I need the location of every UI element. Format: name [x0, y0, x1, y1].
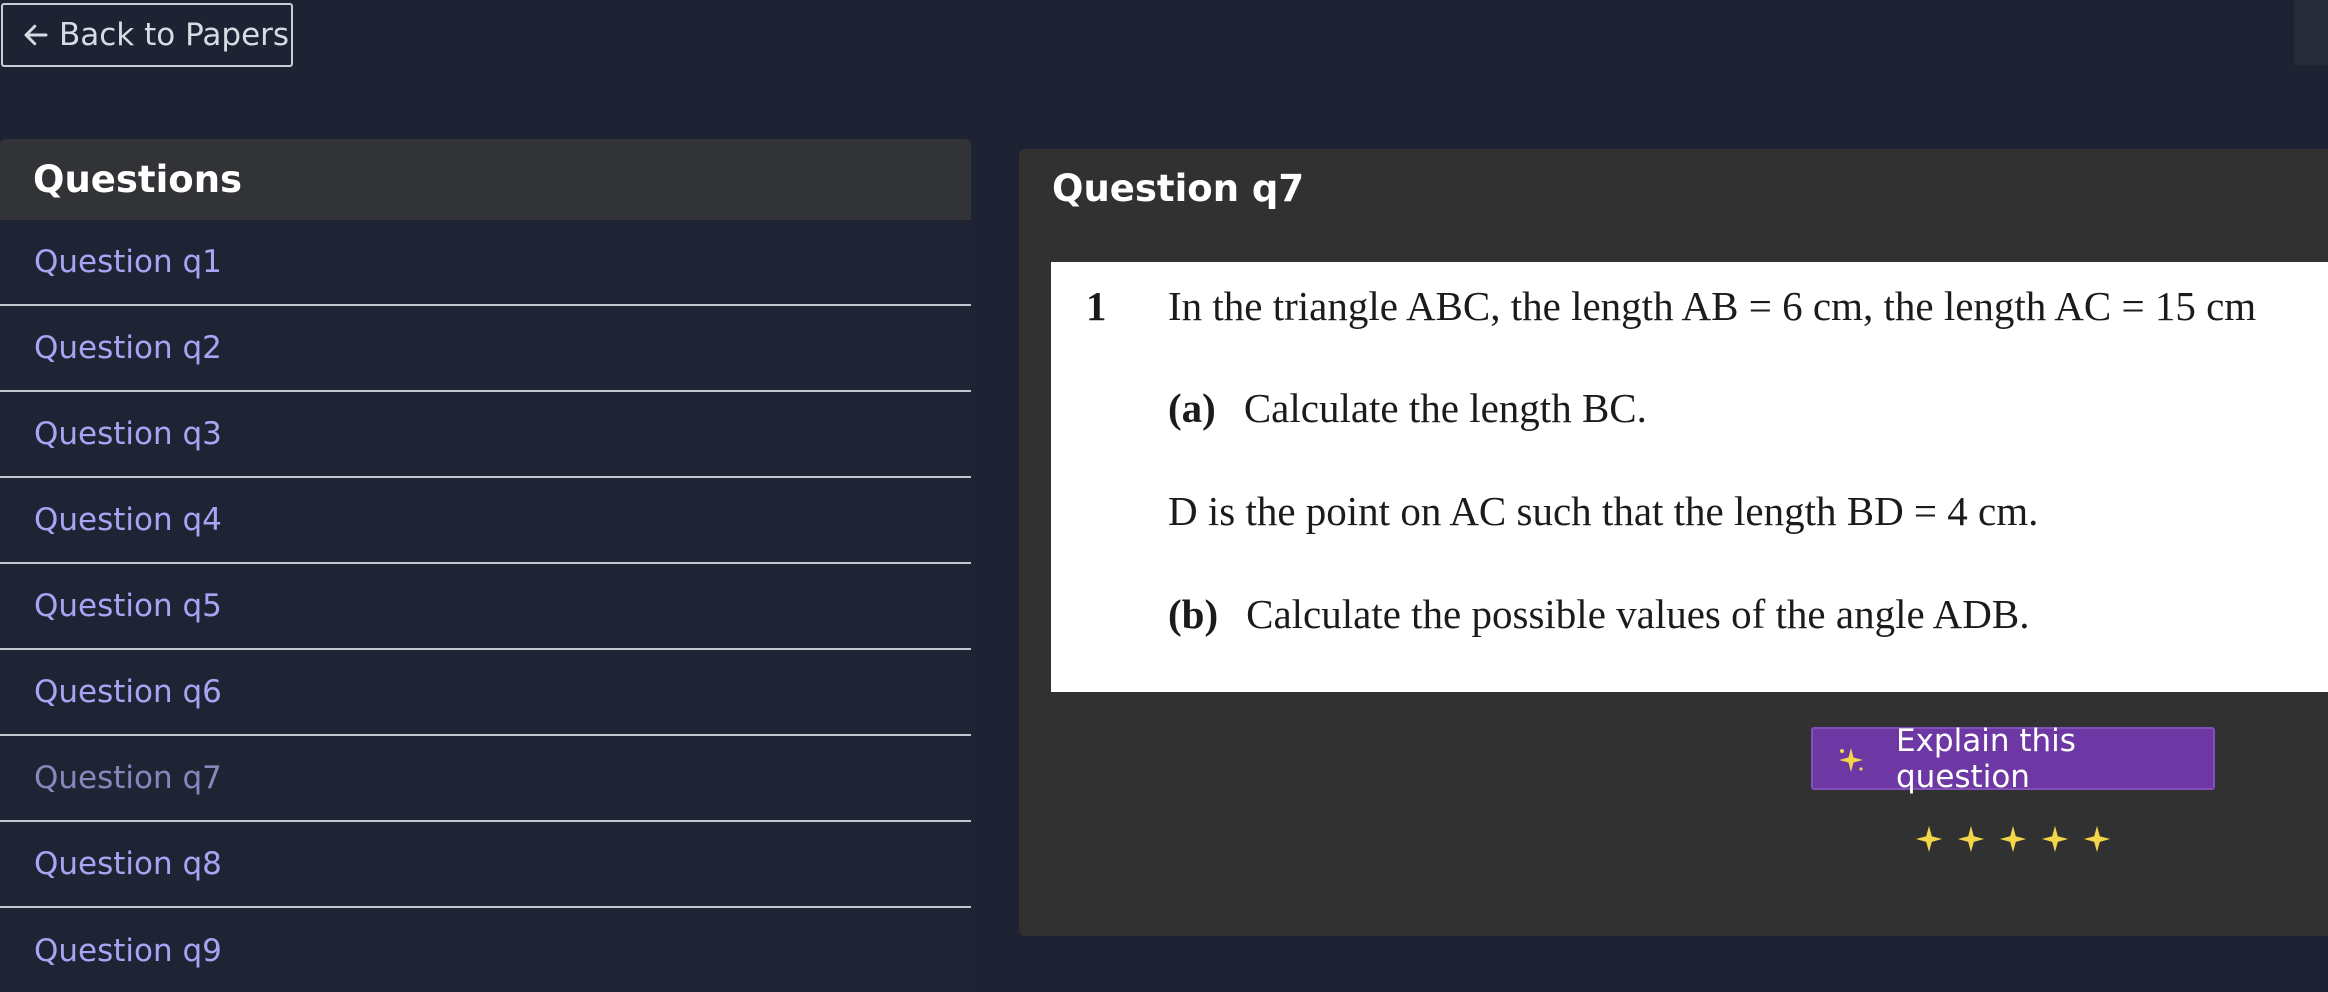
sidebar-item-q8[interactable]: Question q8: [0, 822, 971, 908]
star-icon[interactable]: [1914, 824, 1944, 854]
explain-question-label: Explain this question: [1896, 722, 2076, 795]
corner-panel: [2294, 0, 2328, 65]
sidebar-item-q1[interactable]: Question q1: [0, 220, 971, 306]
star-icon[interactable]: [1998, 824, 2028, 854]
rating-stars: [1914, 824, 2112, 854]
explain-question-button[interactable]: Explain this question: [1811, 723, 2215, 795]
star-icon[interactable]: [1956, 824, 1986, 854]
part-b-text: Calculate the possible values of the ang…: [1246, 591, 2030, 637]
back-to-papers-button[interactable]: Back to Papers: [1, 3, 293, 67]
sidebar-item-q2[interactable]: Question q2: [0, 306, 971, 392]
sidebar-item-q5[interactable]: Question q5: [0, 564, 971, 650]
question-stem: In the triangle ABC, the length AB = 6 c…: [1168, 283, 2257, 329]
sidebar-title: Questions: [0, 139, 971, 220]
part-b: (b) Calculate the possible values of the …: [1168, 590, 2029, 638]
sidebar-item-q4[interactable]: Question q4: [0, 478, 971, 564]
star-icon[interactable]: [2082, 824, 2112, 854]
star-icon[interactable]: [2040, 824, 2070, 854]
part-a-text: Calculate the length BC.: [1243, 385, 1647, 431]
question-number: 1: [1086, 283, 1107, 329]
part-a: (a) Calculate the length BC.: [1168, 384, 1647, 432]
sidebar-item-q3[interactable]: Question q3: [0, 392, 971, 478]
part-b-label: (b): [1168, 591, 1219, 637]
middle-text: D is the point on AC such that the lengt…: [1168, 488, 2039, 534]
arrow-left-icon: [24, 24, 48, 46]
sparkle-icon: [1839, 748, 1863, 772]
sidebar-item-q6[interactable]: Question q6: [0, 650, 971, 736]
question-title: Question q7: [1052, 167, 1305, 210]
question-image: 1 In the triangle ABC, the length AB = 6…: [1051, 262, 2328, 692]
questions-sidebar: Questions Question q1 Question q2 Questi…: [0, 139, 971, 992]
part-a-label: (a): [1168, 385, 1216, 431]
question-panel: Question q7 1 In the triangle ABC, the l…: [1019, 149, 2328, 936]
back-to-papers-label: Back to Papers: [59, 17, 290, 53]
sidebar-item-q9[interactable]: Question q9: [0, 908, 971, 992]
sidebar-item-q7[interactable]: Question q7: [0, 736, 971, 822]
